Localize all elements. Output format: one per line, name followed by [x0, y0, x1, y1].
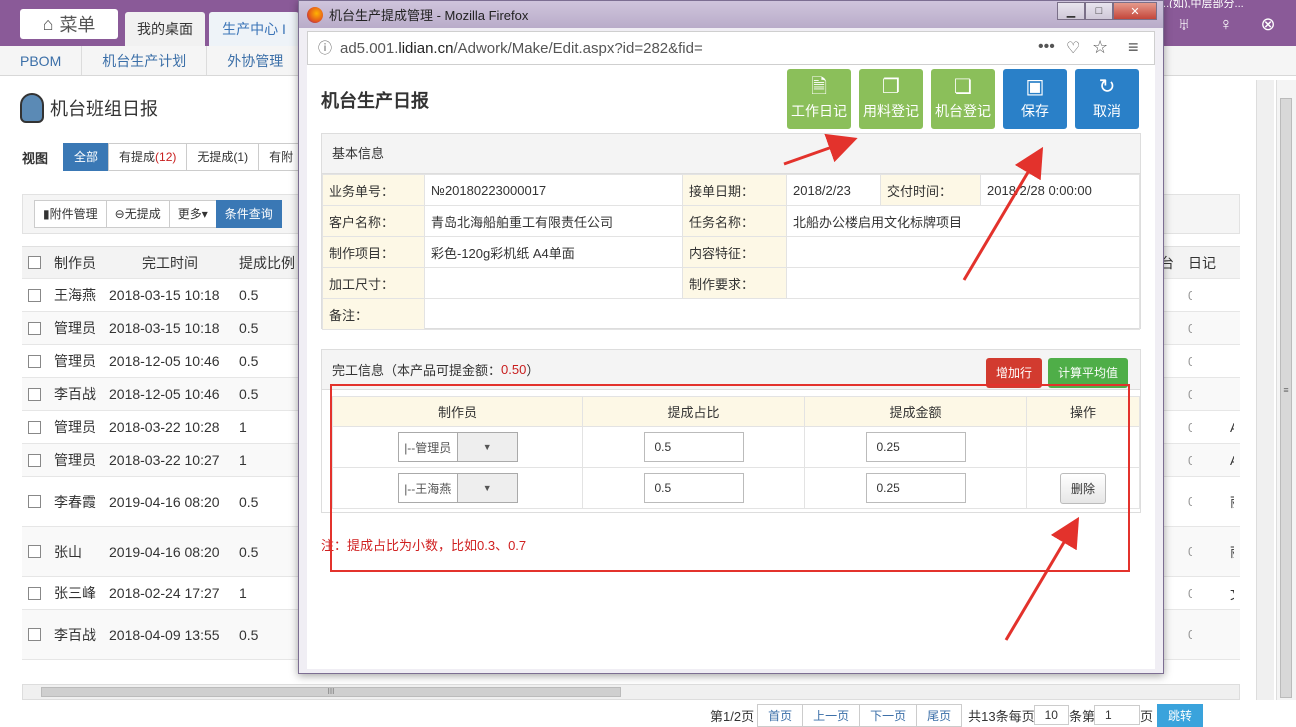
- arrow-to-delete-button: [1004, 516, 1080, 641]
- arrow-to-save-button: [962, 146, 1044, 281]
- arrow-to-material-button: [783, 133, 858, 166]
- annotation-arrows: [783, 133, 1080, 641]
